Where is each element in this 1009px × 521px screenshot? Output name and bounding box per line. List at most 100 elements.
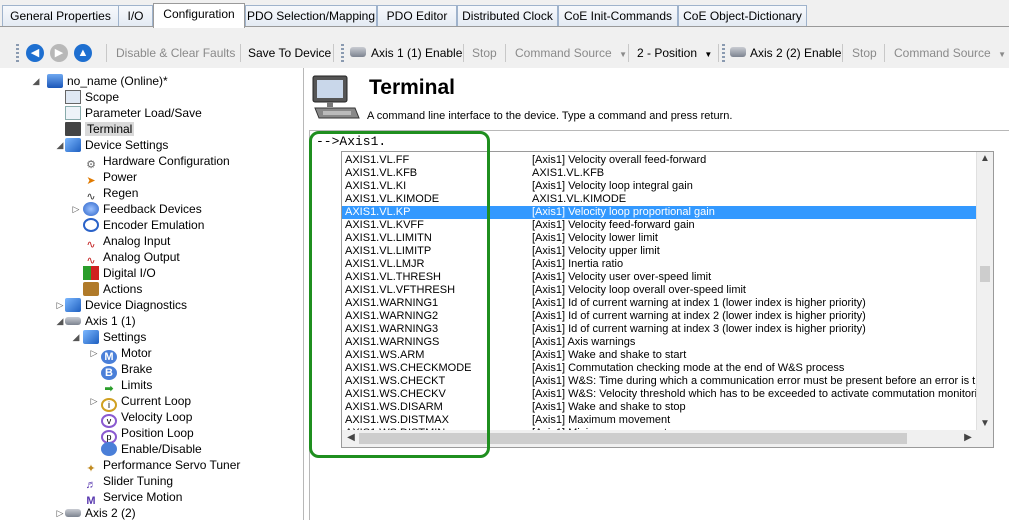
- tab-configuration[interactable]: Configuration: [153, 3, 245, 28]
- list-item[interactable]: AXIS1.WS.ARM [Axis1] Wake and shake to st…: [342, 349, 978, 362]
- axis2-enable-button[interactable]: Axis 2 (2) Enable: [750, 42, 841, 64]
- list-item[interactable]: AXIS1.WARNING2 [Axis1] Id of current warn…: [342, 310, 978, 323]
- horizontal-scrollbar[interactable]: ◀ ▶: [342, 430, 978, 447]
- axis1-mode-dropdown[interactable]: 2 - Position ▼: [637, 42, 712, 64]
- tree-item-no-name[interactable]: no_name (Online)*: [47, 73, 168, 89]
- collapse-icon[interactable]: ◢: [71, 329, 81, 345]
- disable-clear-faults-button[interactable]: Disable & Clear Faults: [116, 42, 235, 64]
- axis1-stop-button[interactable]: Stop: [472, 42, 497, 64]
- scroll-down-icon[interactable]: ▼: [979, 418, 991, 429]
- axis1-command-source-dropdown[interactable]: Command Source ▼: [515, 42, 627, 64]
- list-item[interactable]: AXIS1.VL.KP [Axis1] Velocity loop proport…: [342, 206, 978, 219]
- list-item[interactable]: AXIS1.WS.CHECKMODE [Axis1] Commutation ch…: [342, 362, 978, 375]
- tree-item-brake[interactable]: B Brake: [101, 361, 152, 380]
- tree-item-motor[interactable]: M Motor: [101, 345, 152, 364]
- list-item[interactable]: AXIS1.WARNING3 [Axis1] Id of current warn…: [342, 323, 978, 336]
- list-item[interactable]: AXIS1.WS.DISARM [Axis1] Wake and shake to…: [342, 401, 978, 414]
- collapse-icon[interactable]: ◢: [31, 73, 41, 89]
- scrollbar-thumb[interactable]: [359, 433, 907, 444]
- tab-pdo-editor[interactable]: PDO Editor: [377, 5, 457, 27]
- tab-pdo-selection-mapping[interactable]: PDO Selection/Mapping: [245, 5, 377, 27]
- toolbar-grip[interactable]: [722, 44, 725, 62]
- tree-item-regen[interactable]: ∿ Regen: [83, 185, 138, 203]
- axis2-stop-button[interactable]: Stop: [852, 42, 877, 64]
- tree-item-actions[interactable]: Actions: [83, 281, 142, 297]
- scroll-up-icon[interactable]: ▲: [979, 153, 991, 164]
- expand-icon[interactable]: ▷: [55, 505, 65, 521]
- list-item[interactable]: AXIS1.VL.FF [Axis1] Velocity overall feed…: [342, 154, 978, 167]
- tree-item-slider-tuning[interactable]: ♬ Slider Tuning: [83, 473, 174, 491]
- drive-icon: [47, 74, 63, 88]
- tree-item-current-loop[interactable]: i Current Loop: [101, 393, 191, 412]
- tab-io[interactable]: I/O: [118, 5, 153, 27]
- tree-item-encoder-emulation[interactable]: Encoder Emulation: [83, 217, 204, 233]
- tree-item-axis-1[interactable]: Axis 1 (1): [65, 313, 136, 329]
- scroll-left-icon[interactable]: ◀: [345, 432, 357, 443]
- scroll-right-icon[interactable]: ▶: [962, 432, 974, 443]
- expand-icon[interactable]: ▷: [89, 393, 99, 409]
- tree-item-parameter-load-save[interactable]: Parameter Load/Save: [65, 105, 202, 121]
- tree-item-feedback-devices[interactable]: Feedback Devices: [83, 201, 202, 217]
- encoder-icon: [83, 218, 99, 232]
- tree-item-service-motion[interactable]: M Service Motion: [83, 489, 182, 507]
- tree-item-velocity-loop[interactable]: v Velocity Loop: [101, 409, 192, 428]
- tree-item-position-loop[interactable]: p Position Loop: [101, 425, 194, 444]
- tree-item-limits[interactable]: ➡ Limits: [101, 377, 152, 395]
- tab-coe-object-dictionary[interactable]: CoE Object-Dictionary: [678, 5, 807, 27]
- list-item[interactable]: AXIS1.VL.LIMITN [Axis1] Velocity lower li…: [342, 232, 978, 245]
- list-item[interactable]: AXIS1.VL.LIMITP [Axis1] Velocity upper li…: [342, 245, 978, 258]
- forward-icon[interactable]: ▶: [50, 44, 68, 62]
- axis1-enable-button[interactable]: Axis 1 (1) Enable: [371, 42, 462, 64]
- tree-item-digital-io[interactable]: Digital I/O: [83, 265, 156, 281]
- tree-item-analog-output[interactable]: ∿ Analog Output: [83, 249, 179, 267]
- list-item[interactable]: AXIS1.WS.DISTMAX [Axis1] Maximum movement: [342, 414, 978, 427]
- terminal-console[interactable]: -->Axis1. AXIS1.VL.FF [Axis1] Velocity ov…: [309, 130, 1009, 520]
- toolbar-grip[interactable]: [341, 44, 344, 62]
- autocomplete-list[interactable]: AXIS1.VL.FF [Axis1] Velocity overall feed…: [341, 151, 994, 448]
- tree-item-hardware-configuration[interactable]: ⚙ Hardware Configuration: [83, 153, 230, 171]
- list-item[interactable]: AXIS1.WS.CHECKV [Axis1] W&S: Velocity thr…: [342, 388, 989, 401]
- list-item[interactable]: AXIS1.VL.KVFF [Axis1] Velocity feed-forwa…: [342, 219, 978, 232]
- settings-cube-icon: [65, 138, 81, 152]
- list-item[interactable]: AXIS1.WS.CHECKT [Axis1] W&S: Time during …: [342, 375, 993, 388]
- tree-item-power[interactable]: ➤ Power: [83, 169, 137, 187]
- tree-item-enable-disable[interactable]: Enable/Disable: [101, 441, 202, 457]
- command-name: AXIS1.VL.LIMITP: [345, 245, 432, 257]
- save-to-device-button[interactable]: Save To Device: [248, 42, 331, 64]
- scrollbar-thumb[interactable]: [980, 266, 990, 282]
- up-icon[interactable]: ▲: [74, 44, 92, 62]
- vertical-scrollbar[interactable]: ▲ ▼: [976, 152, 993, 432]
- list-item[interactable]: AXIS1.VL.THRESH [Axis1] Velocity user ove…: [342, 271, 978, 284]
- command-name: AXIS1.WARNING1: [345, 297, 439, 309]
- tab-distributed-clock[interactable]: Distributed Clock: [457, 5, 558, 27]
- list-item[interactable]: AXIS1.WARNINGS [Axis1] Axis warnings: [342, 336, 978, 349]
- list-item[interactable]: AXIS1.WARNING1 [Axis1] Id of current warn…: [342, 297, 978, 310]
- expand-icon[interactable]: ▷: [71, 201, 81, 217]
- list-item[interactable]: AXIS1.VL.LMJR [Axis1] Inertia ratio: [342, 258, 978, 271]
- tree-item-scope[interactable]: Scope: [65, 89, 119, 105]
- list-item[interactable]: AXIS1.VL.VFTHRESH [Axis1] Velocity loop o…: [342, 284, 978, 297]
- tree-item-analog-input[interactable]: ∿ Analog Input: [83, 233, 170, 251]
- tab-coe-init-commands[interactable]: CoE Init-Commands: [558, 5, 678, 27]
- list-item[interactable]: AXIS1.VL.KI [Axis1] Velocity loop integra…: [342, 180, 978, 193]
- command-prompt[interactable]: -->Axis1.: [316, 134, 386, 149]
- list-item[interactable]: AXIS1.VL.KFB AXIS1.VL.KFB: [342, 167, 978, 180]
- tab-general-properties[interactable]: General Properties: [2, 5, 119, 27]
- tree-item-device-diagnostics[interactable]: Device Diagnostics: [65, 297, 187, 313]
- list-item[interactable]: AXIS1.VL.KIMODE AXIS1.VL.KIMODE: [342, 193, 978, 206]
- tree-item-axis-2[interactable]: Axis 2 (2): [65, 505, 136, 521]
- axis2-command-source-dropdown[interactable]: Command Source ▼: [894, 42, 1006, 64]
- tree-item-settings[interactable]: Settings: [83, 329, 146, 345]
- expand-icon[interactable]: ▷: [55, 297, 65, 313]
- expand-icon[interactable]: ▷: [89, 345, 99, 361]
- collapse-icon[interactable]: ◢: [55, 137, 65, 153]
- toolbar-grip[interactable]: [16, 44, 19, 62]
- tree-item-device-settings[interactable]: Device Settings: [65, 137, 168, 153]
- tree-item-performance-servo-tuner[interactable]: ✦ Performance Servo Tuner: [83, 457, 240, 475]
- chevron-down-icon: ▼: [998, 50, 1006, 59]
- command-name: AXIS1.VL.LMJR: [345, 258, 425, 270]
- back-icon[interactable]: ◀: [26, 44, 44, 62]
- tree-item-terminal[interactable]: Terminal: [65, 121, 135, 137]
- collapse-icon[interactable]: ◢: [55, 313, 65, 329]
- command-name: AXIS1.VL.VFTHRESH: [345, 284, 456, 296]
